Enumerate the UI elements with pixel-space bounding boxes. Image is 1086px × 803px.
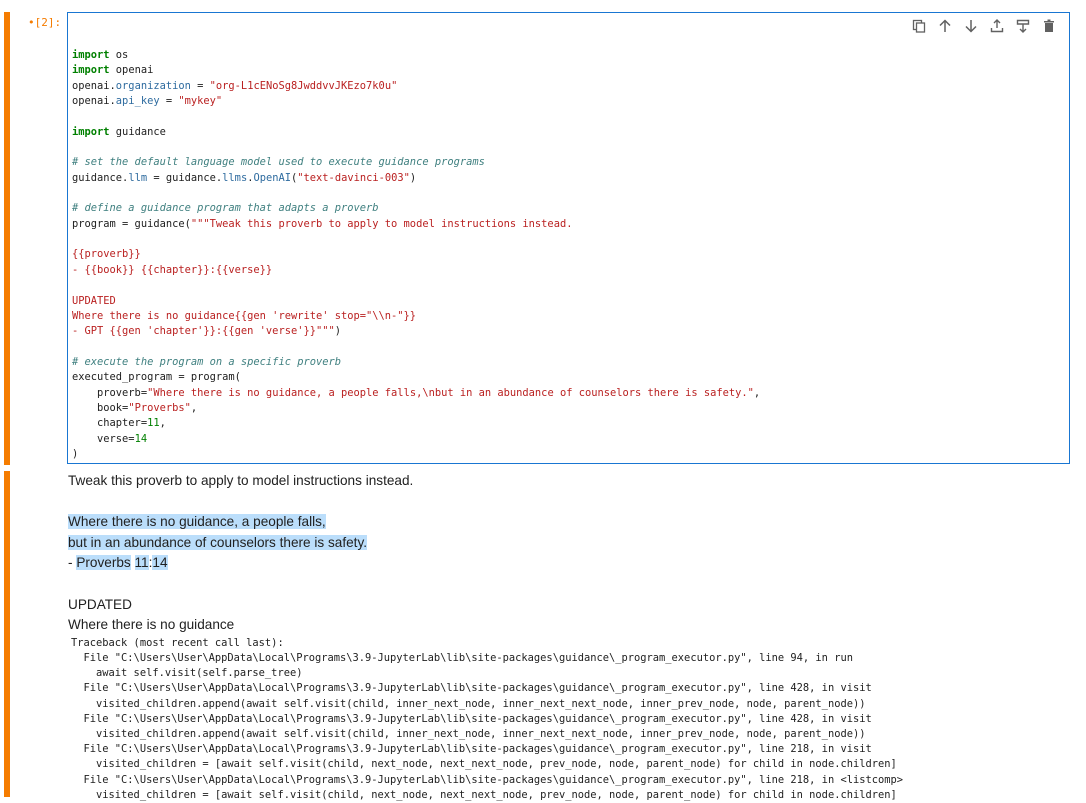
traceback-line: File "C:\Users\User\AppData\Local\Progra… xyxy=(71,743,872,756)
code-line: import openai xyxy=(72,64,154,77)
code-line: Where there is no guidance{{gen 'rewrite… xyxy=(72,309,417,322)
output-instruction-line: Tweak this proverb to apply to model ins… xyxy=(68,473,414,488)
code-comment: # define a guidance program that adapts … xyxy=(72,202,379,215)
book-value: Proverbs xyxy=(76,555,131,571)
code-comment: # set the default language model used to… xyxy=(72,156,485,169)
traceback-line: File "C:\Users\User\AppData\Local\Progra… xyxy=(71,712,872,725)
move-up-icon[interactable] xyxy=(937,18,953,34)
output-updated-label: UPDATED xyxy=(68,596,132,612)
output-proverb-line-2: but in an abundance of counselors there … xyxy=(68,533,1068,554)
code-line: verse=14 xyxy=(72,432,148,445)
verse-value: 14 xyxy=(152,555,168,571)
highlighted-text: but in an abundance of counselors there … xyxy=(68,534,368,550)
code-line: UPDATED xyxy=(72,294,116,307)
copy-icon[interactable] xyxy=(911,18,927,34)
code-comment: # execute the program on a specific prov… xyxy=(72,355,341,368)
code-cell-editor[interactable]: import os import openai openai.organizat… xyxy=(67,12,1070,464)
traceback-line: File "C:\Users\User\AppData\Local\Progra… xyxy=(71,682,872,695)
move-down-icon[interactable] xyxy=(963,18,979,34)
code-line: - GPT {{gen 'chapter'}}:{{gen 'verse'}}"… xyxy=(72,325,342,338)
code-content[interactable]: import os import openai openai.organizat… xyxy=(72,48,760,462)
code-line: guidance.llm = guidance.llms.OpenAI("tex… xyxy=(72,171,417,184)
code-line: import os xyxy=(72,49,129,61)
cell-toolbar xyxy=(911,18,1057,34)
output-proverb-line-1: Where there is no guidance, a people fal… xyxy=(68,512,1068,533)
delete-icon[interactable] xyxy=(1041,18,1057,34)
code-line: program = guidance("""Tweak this proverb… xyxy=(72,217,573,230)
output-rewrite-line: Where there is no guidance xyxy=(68,617,235,633)
highlighted-text: Where there is no guidance, a people fal… xyxy=(68,514,326,530)
insert-above-icon[interactable] xyxy=(989,18,1005,34)
code-line: import guidance xyxy=(72,125,166,138)
code-line: executed_program = program( xyxy=(72,371,241,384)
traceback-line: await self.visit(self.parse_tree) xyxy=(71,667,303,680)
code-line: book="Proverbs", xyxy=(72,401,198,414)
code-line: {{proverb}} xyxy=(72,248,141,261)
code-line: openai.api_key = "mykey" xyxy=(72,95,223,108)
traceback-line: Traceback (most recent call last): xyxy=(71,636,284,649)
output-reference-line: - Proverbs 11:14 xyxy=(68,555,168,571)
chapter-value: 11 xyxy=(134,555,149,571)
traceback-line: visited_children = [await self.visit(chi… xyxy=(71,758,897,771)
code-line: chapter=11, xyxy=(72,417,166,430)
code-line: proverb="Where there is no guidance, a p… xyxy=(72,386,761,399)
code-line: ) xyxy=(72,447,79,460)
input-collapser[interactable] xyxy=(4,12,10,465)
traceback-line: File "C:\Users\User\AppData\Local\Progra… xyxy=(71,773,904,786)
error-traceback: Traceback (most recent call last): File … xyxy=(68,636,1068,803)
traceback-line: File "C:\Users\User\AppData\Local\Progra… xyxy=(71,651,853,664)
execution-count-prompt: •[2]: xyxy=(28,16,62,29)
code-line: - {{book}} {{chapter}}:{{verse}} xyxy=(72,263,273,276)
cell-output: Tweak this proverb to apply to model ins… xyxy=(68,471,1068,803)
insert-below-icon[interactable] xyxy=(1015,18,1031,34)
traceback-line: visited_children = [await self.visit(chi… xyxy=(71,788,897,801)
code-line: openai.organization = "org-L1cENoSg8Jwdd… xyxy=(72,79,398,92)
traceback-line: visited_children.append(await self.visit… xyxy=(71,697,866,710)
output-collapser[interactable] xyxy=(4,471,10,797)
traceback-line: visited_children.append(await self.visit… xyxy=(71,727,866,740)
